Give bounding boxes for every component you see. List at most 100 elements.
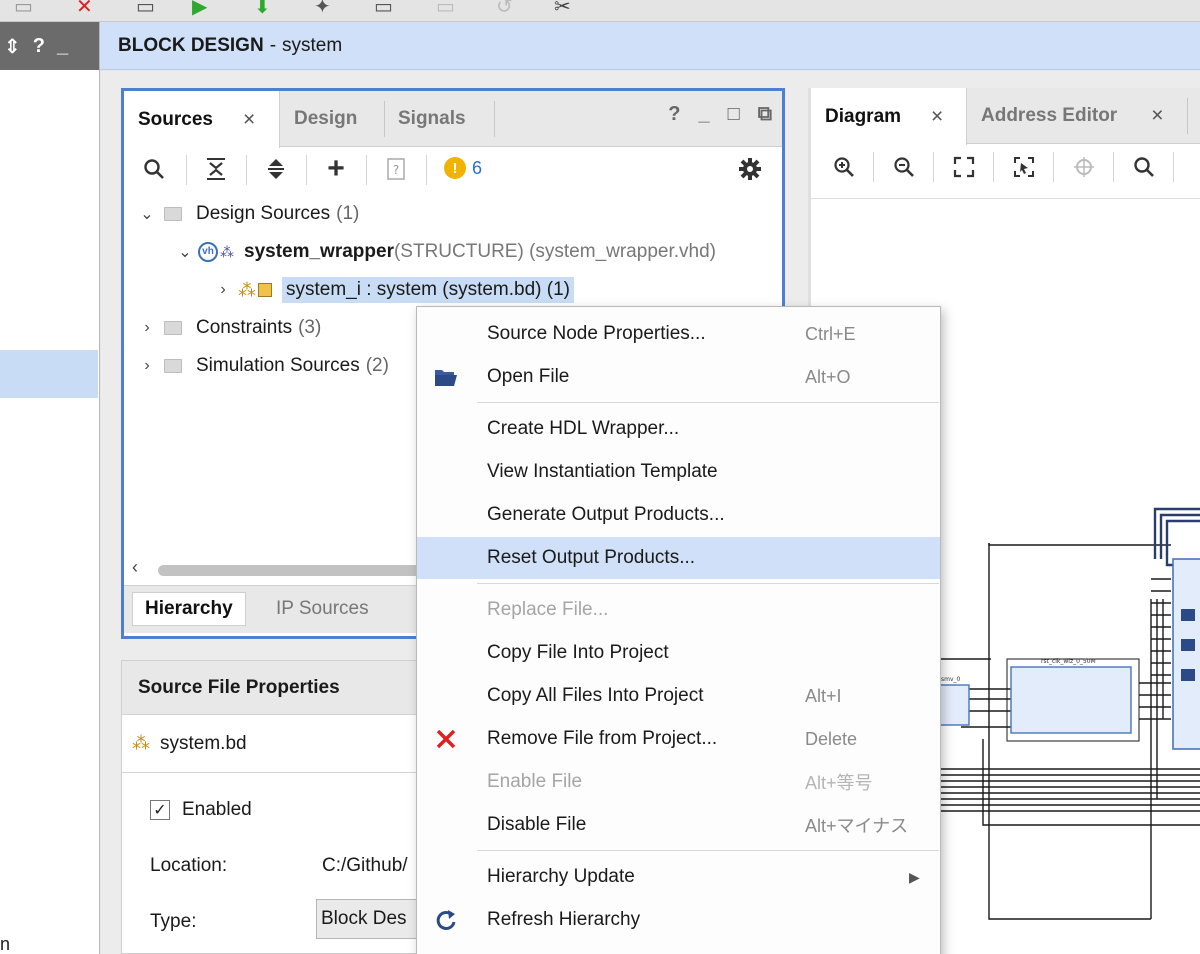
tab-ip-sources[interactable]: IP Sources: [264, 592, 381, 626]
zoom-out-icon[interactable]: [889, 150, 919, 184]
chevron-down-icon[interactable]: ⌄: [176, 242, 194, 262]
menu-item-enable-file[interactable]: Enable File Alt+等号: [417, 761, 940, 803]
flow-navigator-text-fragment: n: [0, 934, 11, 954]
menu-item-replace-file[interactable]: Replace File...: [417, 589, 940, 631]
scrollbar-thumb[interactable]: [158, 565, 428, 576]
menu-item-label: Hierarchy Update: [487, 866, 635, 887]
menu-item-copy-all-files-into-project[interactable]: Copy All Files Into Project Alt+I: [417, 675, 940, 717]
menu-item-disable-file[interactable]: Disable File Alt+マイナス: [417, 804, 940, 846]
toolbar-disabled-icon-2[interactable]: ↺: [496, 0, 513, 19]
menu-item-label: Copy All Files Into Project: [487, 685, 704, 706]
tab-signals[interactable]: Signals: [384, 91, 494, 147]
toolbar-save-icon[interactable]: ▭: [136, 0, 155, 19]
tab-hierarchy[interactable]: Hierarchy: [132, 592, 246, 626]
design-sources-label: Design Sources: [196, 203, 331, 224]
flow-navigator-selected-item[interactable]: [0, 350, 98, 398]
toolbar-report-icon[interactable]: ▭: [374, 0, 393, 19]
tab-address-editor-close-icon[interactable]: ×: [1151, 104, 1163, 128]
flow-navigator-header: ⇕ ? _: [0, 22, 99, 70]
menu-item-shortcut: Ctrl+E: [805, 323, 856, 344]
zoom-in-icon[interactable]: [829, 150, 859, 184]
menu-item-open-file[interactable]: Open File Alt+O: [417, 356, 940, 398]
menu-item-generate-output-products[interactable]: Generate Output Products...: [417, 494, 940, 536]
tree-node-system-i[interactable]: › ⁂ system_i : system (system.bd) (1): [214, 273, 574, 307]
toolbar-run-icon[interactable]: ▶: [192, 0, 207, 19]
simulation-sources-label: Simulation Sources: [196, 355, 360, 376]
help-icon[interactable]: ?: [33, 35, 45, 58]
minimize-icon[interactable]: _: [699, 103, 710, 126]
collapse-all-icon[interactable]: [200, 153, 232, 185]
toolbar-gear-icon[interactable]: ✦: [314, 0, 331, 19]
menu-item-create-hdl-wrapper[interactable]: Create HDL Wrapper...: [417, 408, 940, 450]
tab-design-label: Design: [294, 108, 358, 129]
menu-item-remove-file-from-project[interactable]: Remove File from Project... Delete: [417, 718, 940, 760]
menu-item-view-instantiation-template[interactable]: View Instantiation Template: [417, 451, 940, 493]
menu-item-reset-output-products[interactable]: Reset Output Products...: [417, 537, 940, 579]
scroll-left-icon[interactable]: ‹: [132, 557, 138, 578]
help-icon[interactable]: ?: [668, 103, 680, 126]
warning-counter[interactable]: ! 6: [444, 157, 482, 179]
zoom-selection-icon[interactable]: [1009, 150, 1039, 184]
context-menu: Source Node Properties... Ctrl+E Open Fi…: [416, 306, 941, 954]
chevron-right-icon[interactable]: ›: [138, 357, 156, 375]
search-icon[interactable]: [138, 153, 170, 185]
menu-item-label: Enable File: [487, 771, 583, 792]
type-value-field[interactable]: Block Des: [316, 899, 426, 939]
tab-address-editor[interactable]: Address Editor ×: [967, 88, 1187, 144]
minimize-icon[interactable]: _: [57, 35, 68, 58]
search-icon[interactable]: [1129, 150, 1159, 184]
menu-item-label: Refresh Hierarchy: [487, 909, 641, 930]
chevron-right-icon[interactable]: ›: [214, 281, 232, 299]
folder-open-icon: [433, 367, 459, 387]
tab-design[interactable]: Design: [280, 91, 384, 147]
red-x-icon: [433, 728, 459, 750]
menu-item-source-node-properties[interactable]: Source Node Properties... Ctrl+E: [417, 313, 940, 355]
window-buttons: ? _ □ ⧉: [668, 103, 772, 126]
simulation-sources-count: (2): [365, 355, 389, 376]
settings-gear-icon[interactable]: [734, 153, 766, 185]
warning-count: 6: [472, 157, 483, 178]
menu-item-label: View Instantiation Template: [487, 461, 718, 482]
menu-item-label: Remove File from Project...: [487, 728, 718, 749]
tree-node-system-wrapper[interactable]: ⌄ vh ⁂ system_wrapper (STRUCTURE) (syste…: [176, 235, 716, 269]
unknown-file-icon[interactable]: ?: [380, 153, 412, 185]
menu-item-refresh-hierarchy[interactable]: Refresh Hierarchy: [417, 899, 940, 941]
tree-node-design-sources[interactable]: ⌄ Design Sources (1): [138, 197, 359, 231]
tree-node-simulation-sources[interactable]: › Simulation Sources (2): [138, 349, 389, 383]
toolbar-close-icon[interactable]: ✕: [76, 0, 93, 19]
toolbar-divider: [933, 152, 934, 182]
warning-icon: !: [444, 157, 466, 179]
svg-text:?: ?: [393, 163, 399, 177]
expand-all-icon[interactable]: [260, 153, 292, 185]
toolbar-doc-icon[interactable]: ▭: [14, 0, 33, 19]
collapse-icon[interactable]: ⇕: [4, 34, 21, 59]
toolbar-tool-icon[interactable]: ✂: [554, 0, 571, 19]
location-row: Location:: [150, 855, 227, 877]
toolbar-divider: [1053, 152, 1054, 182]
toolbar-disabled-icon[interactable]: ▭: [436, 0, 455, 19]
toolbar-step-icon[interactable]: ⬇: [254, 0, 271, 19]
tab-sources-close-icon[interactable]: ×: [243, 108, 255, 132]
sources-toolbar: + ? ! 6: [124, 147, 782, 193]
float-icon[interactable]: ⧉: [758, 103, 772, 126]
reset-block-label: rst_clk_wiz_0_50M: [1041, 658, 1096, 665]
type-row: Type:: [150, 911, 196, 933]
location-value: C:/Github/: [322, 855, 408, 876]
chevron-down-icon[interactable]: ⌄: [138, 204, 156, 224]
block-design-title: BLOCK DESIGN: [118, 34, 264, 56]
add-source-icon[interactable]: +: [320, 152, 352, 185]
maximize-icon[interactable]: □: [728, 103, 740, 126]
refresh-icon: [433, 909, 459, 931]
menu-item-hierarchy-update[interactable]: Hierarchy Update ▶: [417, 856, 940, 898]
auto-connect-icon[interactable]: [1069, 150, 1099, 184]
menu-item-label: Replace File...: [487, 599, 609, 620]
zoom-fit-icon[interactable]: [949, 150, 979, 184]
tab-diagram-close-icon[interactable]: ×: [931, 105, 943, 129]
menu-item-shortcut: Alt+O: [805, 366, 851, 387]
menu-item-copy-file-into-project[interactable]: Copy File Into Project: [417, 632, 940, 674]
tree-node-constraints[interactable]: › Constraints (3): [138, 311, 321, 345]
tab-sources[interactable]: Sources ×: [124, 91, 280, 148]
enabled-checkbox[interactable]: ✓: [150, 800, 170, 820]
chevron-right-icon[interactable]: ›: [138, 319, 156, 337]
tab-diagram[interactable]: Diagram ×: [811, 88, 967, 145]
